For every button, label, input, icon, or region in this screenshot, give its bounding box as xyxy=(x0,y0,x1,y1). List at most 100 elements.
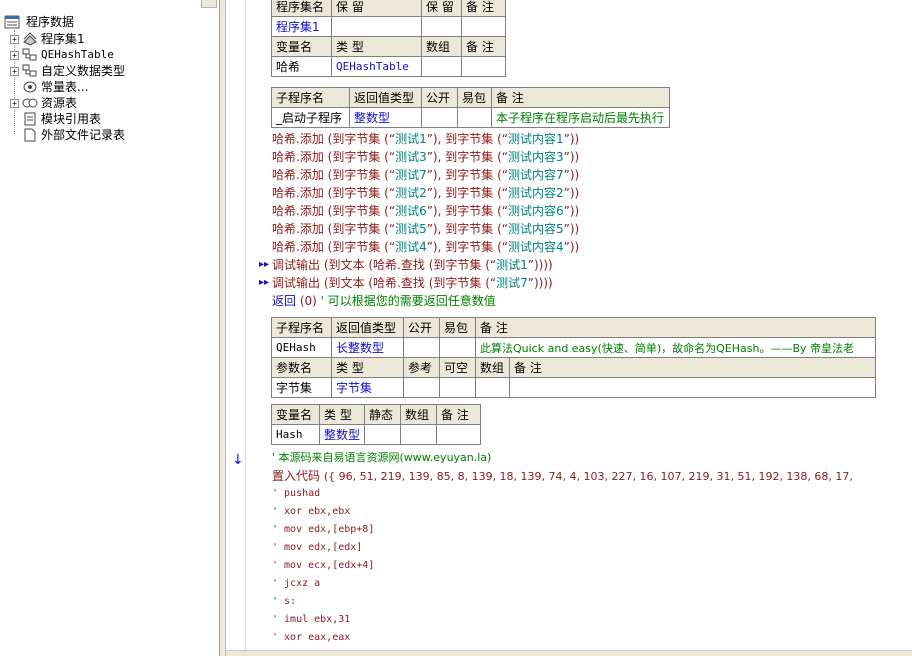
asm-comment-line[interactable]: ' xor ebx,ebx xyxy=(272,503,350,521)
object-ref: 哈希 xyxy=(272,186,297,200)
table-header: 公开 xyxy=(403,317,440,338)
code-line[interactable]: 哈希.添加 (到字节集 (“测试3”), 到字节集 (“测试内容3”)) xyxy=(272,148,579,166)
expand-icon[interactable]: + xyxy=(10,35,19,44)
tree-root[interactable]: 程序数据 xyxy=(4,14,204,30)
table-cell[interactable] xyxy=(421,107,458,128)
assembly-name-cell[interactable]: 程序集1 xyxy=(271,16,332,37)
module-ref-icon xyxy=(24,112,36,126)
embed-code-line[interactable]: 置入代码 ({ 96, 51, 219, 139, 85, 8, 139, 18… xyxy=(272,467,853,485)
expand-icon[interactable]: + xyxy=(10,99,19,108)
asm-comment-line[interactable]: ' s: xyxy=(272,593,296,611)
resource-icon xyxy=(22,98,38,108)
tree-item-qehashtable[interactable]: + QEHashTable xyxy=(10,47,210,63)
table-cell[interactable] xyxy=(403,337,440,358)
param-name-cell[interactable]: 字节集 xyxy=(271,377,332,398)
fn-to-text: 到文本 xyxy=(328,258,365,272)
return-line[interactable]: 返回 (0) ' 可以根据您的需要返回任意数值 xyxy=(272,292,496,310)
method-name: .添加 xyxy=(296,132,324,146)
tree-item-module-refs[interactable]: 模块引用表 xyxy=(10,111,210,127)
object-ref: 哈希 xyxy=(272,132,297,146)
tree-item-label: 外部文件记录表 xyxy=(41,128,126,142)
expand-icon[interactable]: + xyxy=(10,51,19,60)
tree-scroll-button[interactable] xyxy=(201,0,217,8)
table-cell[interactable] xyxy=(457,107,492,128)
execution-arrow-icon: ↓ xyxy=(232,452,244,468)
method-name: .添加 xyxy=(296,150,324,164)
punctuation: ”), xyxy=(426,204,446,218)
code-line[interactable]: 哈希.添加 (到字节集 (“测试4”), 到字节集 (“测试内容4”)) xyxy=(272,238,579,256)
table-cell[interactable] xyxy=(475,377,510,398)
table-cell[interactable] xyxy=(439,337,476,358)
table-cell[interactable] xyxy=(400,424,438,445)
asm-comment-line[interactable]: ' xor eax,eax xyxy=(272,629,350,647)
fn-to-bytes: 到字节集 xyxy=(445,240,494,254)
return-type-cell[interactable]: 长整数型 xyxy=(331,337,404,358)
table-header: 备 注 xyxy=(509,357,876,378)
module-icon xyxy=(23,32,37,46)
punctuation: (“ xyxy=(380,168,396,182)
asm-comment-line[interactable]: ' mov edx,[edx] xyxy=(272,539,362,557)
tree-item-resources[interactable]: + 资源表 xyxy=(10,95,210,111)
table-cell[interactable] xyxy=(331,16,422,37)
horizontal-scrollbar[interactable] xyxy=(226,650,912,656)
table-cell[interactable] xyxy=(364,424,402,445)
punctuation: ”)) xyxy=(563,168,580,182)
expand-icon[interactable]: + xyxy=(10,67,19,76)
sub-name-cell[interactable]: QEHash xyxy=(271,337,332,358)
string-literal: 测试内容2 xyxy=(507,186,564,200)
table-header: 易包 xyxy=(457,87,492,108)
var-name-cell[interactable]: Hash xyxy=(271,424,320,445)
table-cell[interactable] xyxy=(421,56,462,77)
code-line[interactable]: 哈希.添加 (到字节集 (“测试7”), 到字节集 (“测试内容7”)) xyxy=(272,166,579,184)
return-type-cell[interactable]: 整数型 xyxy=(349,107,422,128)
asm-comment-line[interactable]: ' jcxz a xyxy=(272,575,320,593)
tree-item-assembly[interactable]: + 程序集1 xyxy=(10,31,210,47)
asm-comment-line[interactable]: ' mov edx,[ebp+8] xyxy=(272,521,374,539)
tree-item-external-files[interactable]: 外部文件记录表 xyxy=(10,127,210,143)
debug-line-1[interactable]: ▸▸ 调试输出 (到文本 (哈希.查找 (到字节集 (“测试1”)))) xyxy=(259,256,553,274)
table-header: 变量名 xyxy=(271,404,320,425)
table-header: 可空 xyxy=(439,357,476,378)
code-line[interactable]: 哈希.添加 (到字节集 (“测试5”), 到字节集 (“测试内容5”)) xyxy=(272,220,579,238)
string-literal: 测试内容7 xyxy=(507,168,564,182)
debug-line-2[interactable]: ▸▸ 调试输出 (到文本 (哈希.查找 (到字节集 (“测试7”)))) xyxy=(259,274,553,292)
table-cell[interactable] xyxy=(403,377,440,398)
program-data-tree[interactable]: 程序数据 + 程序集1 + QEHashTable + 自定义数据类型 常量表.… xyxy=(0,0,220,656)
asm-comment-line[interactable]: ' mov ecx,[edx+4] xyxy=(272,557,374,575)
tree-item-custom-types[interactable]: + 自定义数据类型 xyxy=(10,63,210,79)
sub-comment-cell[interactable]: 此算法Quick and easy(快速、简单)，故命名为QEHash。——By… xyxy=(475,337,876,358)
var-type-cell[interactable]: QEHashTable xyxy=(331,56,422,77)
punctuation: ”)) xyxy=(563,204,580,218)
table-cell[interactable] xyxy=(439,377,476,398)
tree-item-constants[interactable]: 常量表... xyxy=(10,79,210,95)
sub-comment-cell[interactable]: 本子程序在程序启动后最先执行 xyxy=(491,107,670,128)
table-cell[interactable] xyxy=(461,16,506,37)
param-type-cell[interactable]: 字节集 xyxy=(331,377,404,398)
asm-comment-line[interactable]: ' imul ebx,31 xyxy=(272,611,350,629)
debug-command: 调试输出 xyxy=(272,258,321,272)
punctuation: (“ xyxy=(493,132,508,146)
source-comment[interactable]: ' 本源码来自易语言资源网(www.eyuyan.la) xyxy=(272,449,491,467)
code-editor[interactable]: 程序集名 保 留 保 留 备 注 程序集1 变量名 类 型 数组 备 注 哈希 … xyxy=(246,0,912,650)
code-line[interactable]: 哈希.添加 (到字节集 (“测试2”), 到字节集 (“测试内容2”)) xyxy=(272,184,579,202)
table-cell[interactable] xyxy=(421,16,462,37)
punctuation: ”)) xyxy=(563,240,580,254)
breakpoint-marker-icon: ▸▸ xyxy=(258,277,270,288)
var-name-cell[interactable]: 哈希 xyxy=(271,56,332,77)
punctuation: (“ xyxy=(493,150,508,164)
table-header: 备 注 xyxy=(491,87,670,108)
code-line[interactable]: 哈希.添加 (到字节集 (“测试6”), 到字节集 (“测试内容6”)) xyxy=(272,202,579,220)
table-cell[interactable] xyxy=(461,56,506,77)
fn-to-bytes: 到字节集 xyxy=(445,168,494,182)
code-line[interactable]: 哈希.添加 (到字节集 (“测试1”), 到字节集 (“测试内容1”)) xyxy=(272,130,579,148)
punctuation: (“ xyxy=(380,186,396,200)
var-type-cell[interactable]: 整数型 xyxy=(318,424,366,445)
punctuation: (“ xyxy=(380,240,396,254)
table-cell[interactable] xyxy=(509,377,876,398)
sub-name-cell[interactable]: _启动子程序 xyxy=(271,107,350,128)
table-cell[interactable] xyxy=(436,424,482,445)
table-header: 类 型 xyxy=(318,404,366,425)
tree-item-label: 资源表 xyxy=(41,96,78,110)
find-call: 哈希.查找 xyxy=(373,276,425,290)
asm-comment-line[interactable]: ' pushad xyxy=(272,485,320,503)
